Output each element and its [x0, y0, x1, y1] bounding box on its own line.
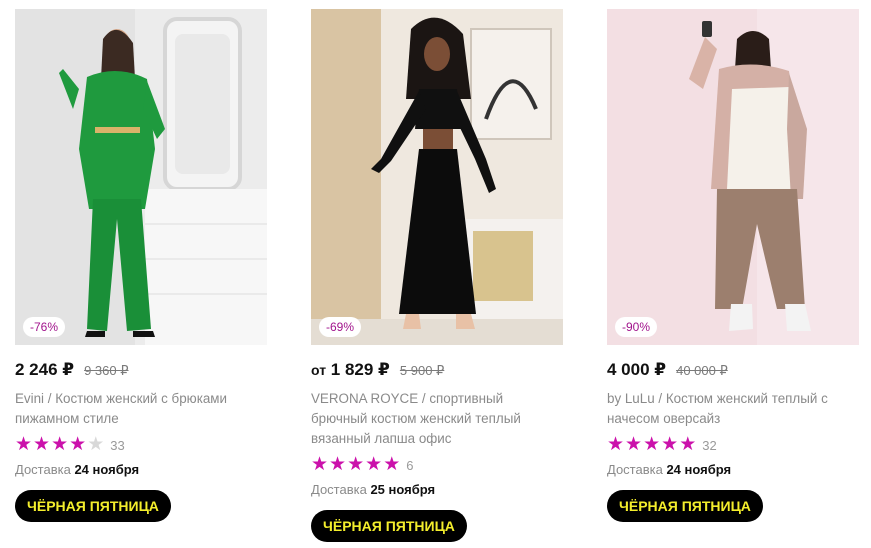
star-icon: ★ [15, 434, 33, 455]
product-image[interactable]: -69% [311, 9, 563, 345]
product-card[interactable]: -90% 4 000 ₽ 40 000 ₽ by LuLu / Костюм ж… [607, 9, 859, 522]
product-card[interactable]: -69% от 1 829 ₽ 5 900 ₽ VERONA ROYCE / с… [311, 9, 563, 542]
product-image[interactable]: -76% [15, 9, 267, 345]
brand-name: by LuLu [607, 391, 655, 406]
discount-badge: -76% [23, 317, 66, 337]
star-icon: ★ [661, 434, 679, 455]
star-icon: ★ [365, 454, 383, 475]
product-name: / Костюм женский с брюками пижамном стил… [15, 391, 227, 426]
old-price: 40 000 ₽ [676, 363, 728, 378]
rating: ★ ★ ★ ★ ★ 6 [311, 455, 563, 475]
old-price: 5 900 ₽ [399, 363, 445, 378]
black-friday-badge[interactable]: ЧЁРНАЯ ПЯТНИЦА [607, 490, 763, 522]
current-price: 4 000 ₽ [607, 360, 667, 379]
delivery-date: 24 ноября [666, 462, 732, 477]
star-empty-icon: ★ [87, 434, 105, 455]
black-friday-badge[interactable]: ЧЁРНАЯ ПЯТНИЦА [15, 490, 171, 522]
star-icon: ★ [69, 434, 87, 455]
price-row: 2 246 ₽ 9 360 ₽ [15, 360, 267, 382]
delivery-date: 25 ноября [370, 482, 436, 497]
black-friday-badge[interactable]: ЧЁРНАЯ ПЯТНИЦА [311, 510, 467, 542]
product-title[interactable]: VERONA ROYCE / спортивный брючный костюм… [311, 389, 563, 449]
star-icon: ★ [51, 434, 69, 455]
product-image[interactable]: -90% [607, 9, 859, 345]
rating: ★ ★ ★ ★ ★ 32 [607, 435, 859, 455]
review-count: 32 [702, 437, 717, 453]
price-value: 1 829 ₽ [330, 360, 390, 379]
price-prefix: от [311, 362, 327, 378]
star-icon: ★ [625, 434, 643, 455]
price-row: от 1 829 ₽ 5 900 ₽ [311, 360, 563, 382]
delivery-label: Доставка [311, 482, 367, 497]
rating: ★ ★ ★ ★ ★ 33 [15, 435, 267, 455]
product-grid: -76% 2 246 ₽ 9 360 ₽ Evini / Костюм женс… [0, 0, 871, 548]
star-icon: ★ [329, 454, 347, 475]
discount-badge: -90% [615, 317, 658, 337]
star-icon: ★ [643, 434, 661, 455]
woman-black-suit-photo [311, 9, 563, 345]
star-icon: ★ [383, 454, 401, 475]
price-row: 4 000 ₽ 40 000 ₽ [607, 360, 859, 382]
star-icon: ★ [679, 434, 697, 455]
product-title[interactable]: Evini / Костюм женский с брюками пижамно… [15, 389, 267, 429]
delivery-label: Доставка [15, 462, 71, 477]
brand-name: VERONA ROYCE [311, 391, 419, 406]
star-icon: ★ [311, 454, 329, 475]
review-count: 33 [110, 437, 125, 453]
delivery-date: 24 ноября [74, 462, 140, 477]
woman-beige-hoodie-photo [607, 9, 859, 345]
old-price: 9 360 ₽ [84, 363, 129, 378]
woman-green-suit-photo [15, 9, 267, 345]
delivery-info: Доставка 24 ноября [15, 462, 267, 480]
current-price: 2 246 ₽ [15, 360, 75, 379]
delivery-info: Доставка 24 ноября [607, 462, 859, 480]
star-icon: ★ [607, 434, 625, 455]
star-icon: ★ [33, 434, 51, 455]
brand-name: Evini [15, 391, 45, 406]
product-title[interactable]: by LuLu / Костюм женский теплый с начесо… [607, 389, 859, 429]
product-card[interactable]: -76% 2 246 ₽ 9 360 ₽ Evini / Костюм женс… [15, 9, 267, 522]
review-count: 6 [406, 457, 414, 473]
discount-badge: -69% [319, 317, 362, 337]
current-price: от 1 829 ₽ [311, 360, 390, 380]
delivery-info: Доставка 25 ноября [311, 482, 563, 500]
star-icon: ★ [347, 454, 365, 475]
delivery-label: Доставка [607, 462, 663, 477]
